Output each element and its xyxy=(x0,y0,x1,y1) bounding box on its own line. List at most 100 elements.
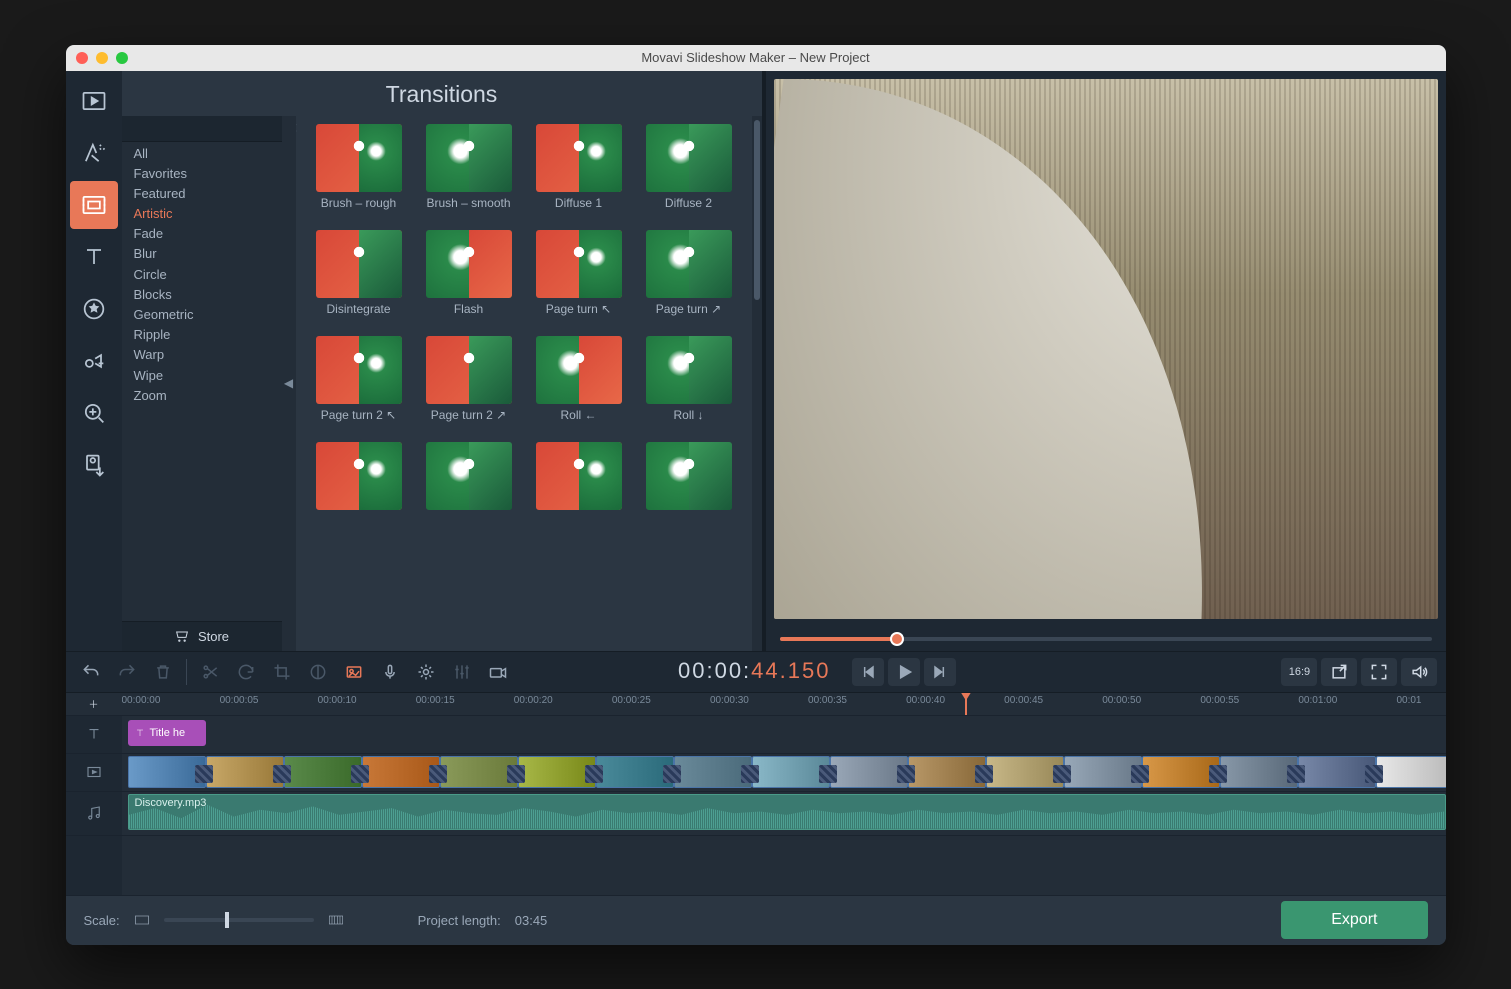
category-blur[interactable]: Blur xyxy=(122,244,282,264)
transition-thumb[interactable]: Brush – rough xyxy=(309,124,409,224)
clip-transition[interactable] xyxy=(1209,765,1227,783)
clip-transition[interactable] xyxy=(1131,765,1149,783)
clip-transition[interactable] xyxy=(741,765,759,783)
category-featured[interactable]: Featured xyxy=(122,184,282,204)
clip-transition[interactable] xyxy=(1053,765,1071,783)
category-all[interactable]: All xyxy=(122,144,282,164)
clip-transition[interactable] xyxy=(195,765,213,783)
search-input[interactable] xyxy=(132,121,287,135)
category-wipe[interactable]: Wipe xyxy=(122,366,282,386)
zoom-tab[interactable] xyxy=(70,389,118,437)
callouts-tab[interactable] xyxy=(70,337,118,385)
transition-thumb[interactable] xyxy=(529,442,629,542)
category-fade[interactable]: Fade xyxy=(122,224,282,244)
import-tab[interactable] xyxy=(70,441,118,489)
clip-properties-button[interactable] xyxy=(409,655,443,689)
seek-bar[interactable] xyxy=(766,627,1446,651)
media-tab[interactable] xyxy=(70,77,118,125)
zoom-in-timeline-icon[interactable] xyxy=(328,914,344,926)
playhead[interactable] xyxy=(965,693,967,715)
transition-thumb[interactable]: Diffuse 2 xyxy=(639,124,739,224)
clip-transition[interactable] xyxy=(819,765,837,783)
transition-thumb[interactable]: Diffuse 1 xyxy=(529,124,629,224)
crop-button[interactable] xyxy=(265,655,299,689)
delete-button[interactable] xyxy=(146,655,180,689)
transition-thumb[interactable] xyxy=(419,442,519,542)
category-geometric[interactable]: Geometric xyxy=(122,305,282,325)
split-button[interactable] xyxy=(193,655,227,689)
clip-transition[interactable] xyxy=(351,765,369,783)
transition-wizard-button[interactable] xyxy=(337,655,371,689)
clip-transition[interactable] xyxy=(975,765,993,783)
video-clip[interactable] xyxy=(1220,756,1298,788)
video-clip[interactable] xyxy=(1142,756,1220,788)
add-track-button[interactable]: ＋ xyxy=(66,693,122,715)
volume-button[interactable] xyxy=(1401,658,1437,686)
category-zoom[interactable]: Zoom xyxy=(122,386,282,406)
rotate-button[interactable] xyxy=(229,655,263,689)
transition-thumb[interactable]: Brush – smooth xyxy=(419,124,519,224)
play-button[interactable] xyxy=(888,658,920,686)
video-clip[interactable] xyxy=(128,756,206,788)
clip-transition[interactable] xyxy=(585,765,603,783)
title-track-header[interactable] xyxy=(66,716,122,753)
clip-transition[interactable] xyxy=(897,765,915,783)
grid-scrollbar[interactable] xyxy=(752,116,762,651)
video-clip[interactable] xyxy=(986,756,1064,788)
video-clip[interactable] xyxy=(1064,756,1142,788)
video-clip[interactable] xyxy=(752,756,830,788)
video-clip[interactable] xyxy=(206,756,284,788)
timeline-ruler[interactable]: ＋ 00:00:0000:00:0500:00:1000:00:1500:00:… xyxy=(66,693,1446,715)
video-clip[interactable] xyxy=(440,756,518,788)
transition-thumb[interactable] xyxy=(309,442,409,542)
category-blocks[interactable]: Blocks xyxy=(122,285,282,305)
category-ripple[interactable]: Ripple xyxy=(122,325,282,345)
audio-track-header[interactable] xyxy=(66,792,122,835)
category-artistic[interactable]: Artistic xyxy=(122,204,282,224)
titles-tab[interactable] xyxy=(70,233,118,281)
preview-viewport[interactable] xyxy=(774,79,1438,619)
scale-slider[interactable] xyxy=(164,918,314,922)
camera-button[interactable] xyxy=(481,655,515,689)
next-frame-button[interactable] xyxy=(924,658,956,686)
clip-transition[interactable] xyxy=(1365,765,1383,783)
video-clip[interactable] xyxy=(830,756,908,788)
video-track-header[interactable] xyxy=(66,754,122,791)
transitions-tab[interactable] xyxy=(70,181,118,229)
transition-thumb[interactable]: Roll ↓ xyxy=(639,336,739,436)
title-clip[interactable]: Title he xyxy=(128,720,206,746)
transition-thumb[interactable]: Flash xyxy=(419,230,519,330)
undo-button[interactable] xyxy=(74,655,108,689)
export-button[interactable]: Export xyxy=(1281,901,1427,939)
record-audio-button[interactable] xyxy=(373,655,407,689)
redo-button[interactable] xyxy=(110,655,144,689)
transition-thumb[interactable]: Page turn ↗ xyxy=(639,230,739,330)
color-adjust-button[interactable] xyxy=(301,655,335,689)
popout-button[interactable] xyxy=(1321,658,1357,686)
fullscreen-button[interactable] xyxy=(1361,658,1397,686)
video-clip[interactable] xyxy=(1298,756,1376,788)
video-clip[interactable] xyxy=(518,756,596,788)
video-clip[interactable] xyxy=(674,756,752,788)
audio-clip[interactable]: Discovery.mp3 xyxy=(128,794,1446,830)
video-clip[interactable] xyxy=(908,756,986,788)
prev-frame-button[interactable] xyxy=(852,658,884,686)
filters-tab[interactable] xyxy=(70,129,118,177)
transition-thumb[interactable]: Page turn 2 ↗ xyxy=(419,336,519,436)
clip-transition[interactable] xyxy=(273,765,291,783)
store-button[interactable]: Store xyxy=(122,621,282,651)
transition-thumb[interactable]: Disintegrate xyxy=(309,230,409,330)
category-circle[interactable]: Circle xyxy=(122,265,282,285)
transition-thumb[interactable] xyxy=(639,442,739,542)
equalizer-button[interactable] xyxy=(445,655,479,689)
clip-transition[interactable] xyxy=(429,765,447,783)
clip-transition[interactable] xyxy=(1287,765,1305,783)
transition-thumb[interactable]: Roll ← xyxy=(529,336,629,436)
category-favorites[interactable]: Favorites xyxy=(122,164,282,184)
clip-transition[interactable] xyxy=(663,765,681,783)
stickers-tab[interactable] xyxy=(70,285,118,333)
zoom-out-timeline-icon[interactable] xyxy=(134,914,150,926)
clip-transition[interactable] xyxy=(507,765,525,783)
video-clip[interactable] xyxy=(284,756,362,788)
video-clip[interactable] xyxy=(362,756,440,788)
